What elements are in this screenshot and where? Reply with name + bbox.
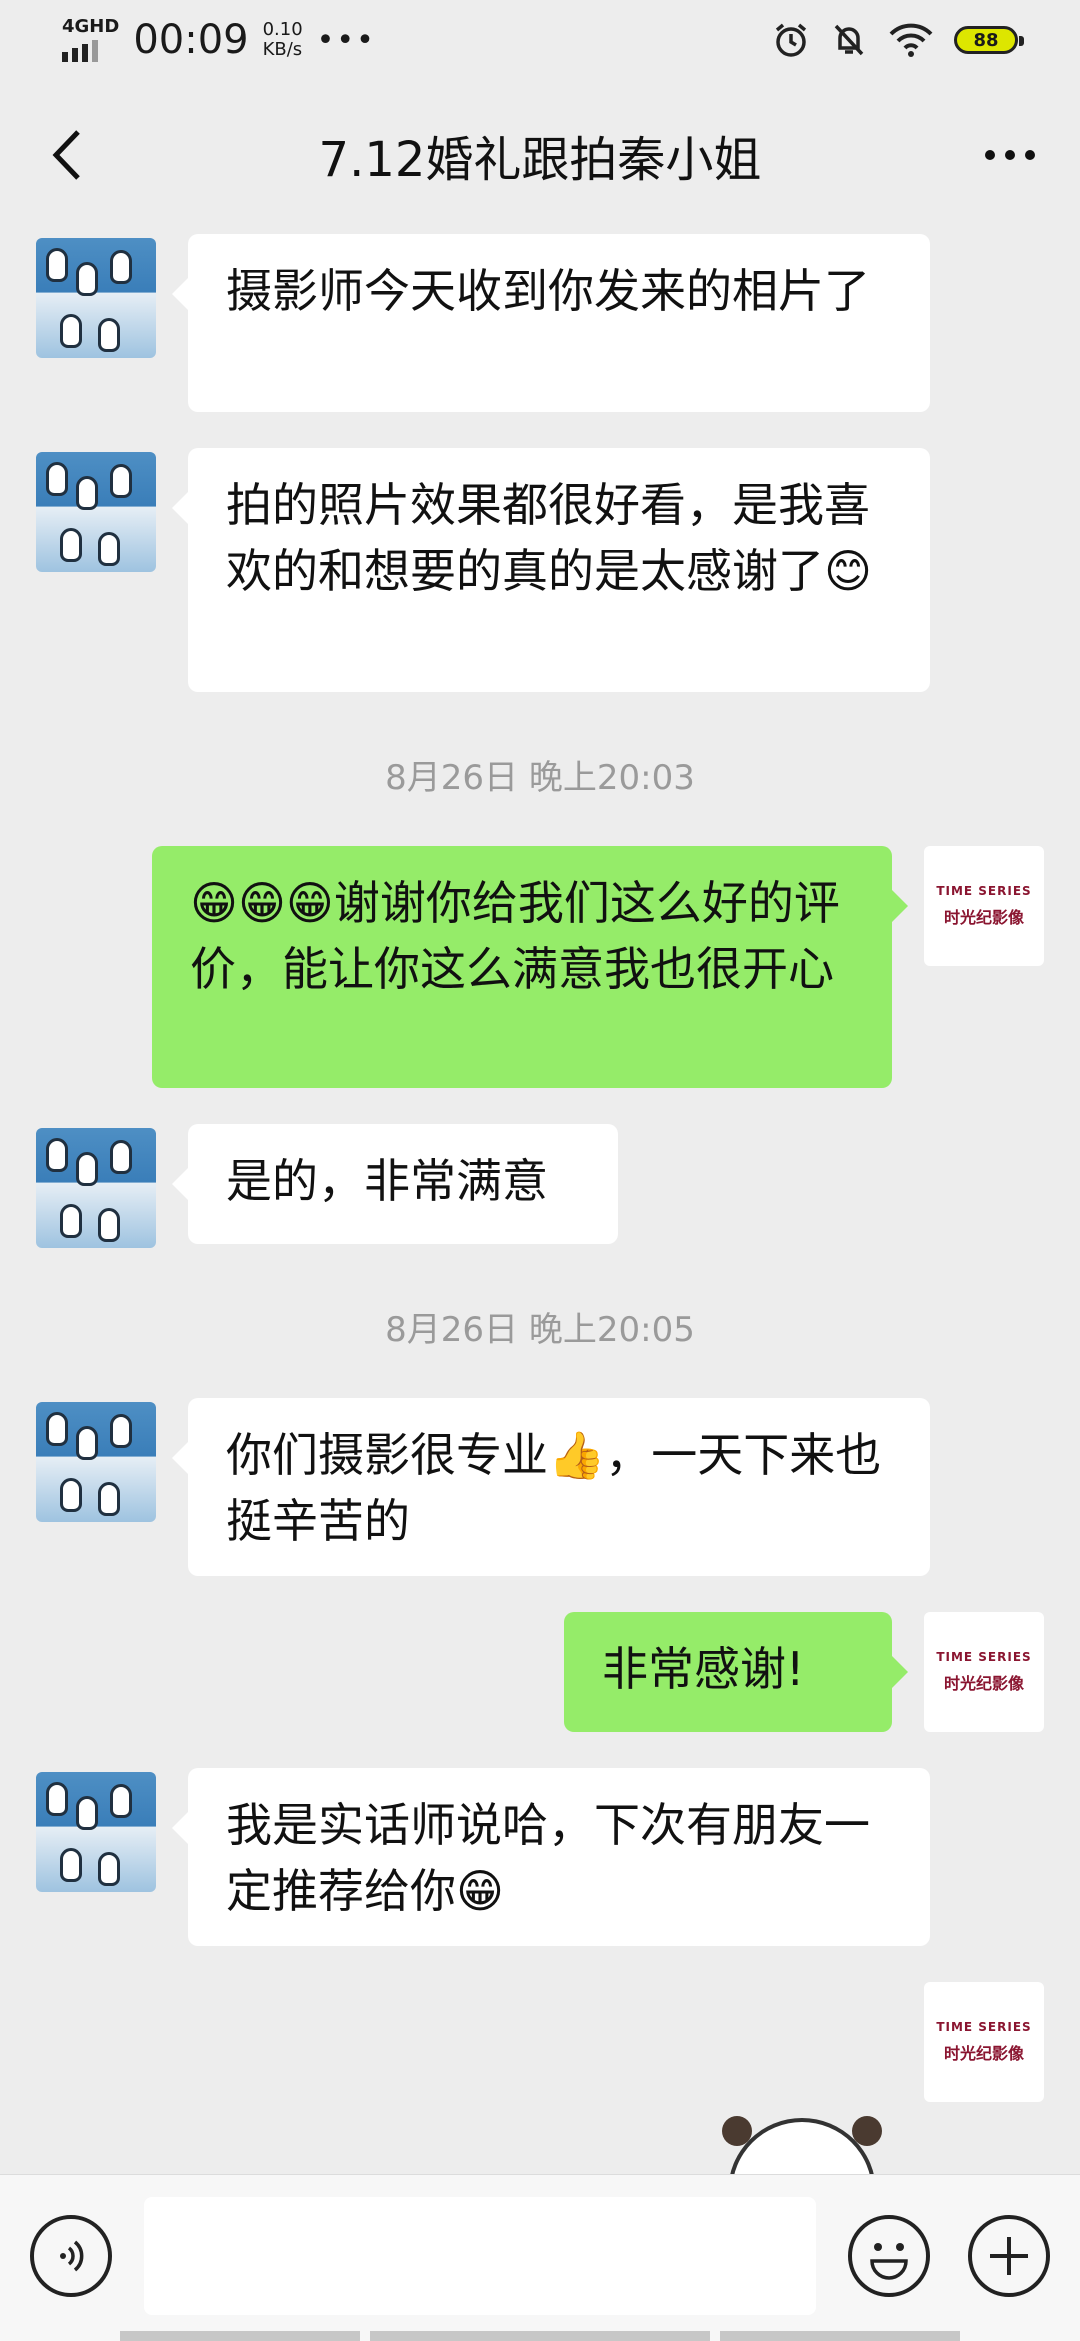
message-bubble-incoming[interactable]: 摄影师今天收到你发来的相片了 <box>172 234 930 412</box>
alarm-icon <box>775 23 807 57</box>
signal-indicator: 4GHD <box>62 18 119 62</box>
voice-icon <box>60 2240 84 2272</box>
my-avatar[interactable]: TIME SERIES 时光纪影像 <box>924 1612 1044 1732</box>
battery-level: 88 <box>973 29 999 51</box>
more-functions-button[interactable] <box>968 2215 1050 2297</box>
message-bubble-outgoing[interactable]: 非常感谢! <box>564 1612 908 1732</box>
network-speed: 0.10 KB/s <box>263 20 303 60</box>
avatar-brand-cn: 时光纪影像 <box>943 2044 1024 2063</box>
contact-avatar[interactable] <box>36 452 156 572</box>
timestamp: 8月26日 晚上20:05 <box>385 1310 695 1350</box>
my-avatar[interactable]: TIME SERIES 时光纪影像 <box>924 1982 1044 2102</box>
avatar-brand-en: TIME SERIES <box>936 884 1032 898</box>
clock: 00:09 <box>133 17 249 63</box>
more-notifications: ••• <box>316 22 376 58</box>
signal-bars-icon <box>62 40 98 62</box>
status-left: 4GHD 00:09 0.10 KB/s ••• <box>62 17 376 63</box>
avatar-brand-cn: 时光纪影像 <box>943 908 1024 927</box>
message-input[interactable] <box>144 2197 816 2315</box>
avatar-brand-cn: 时光纪影像 <box>943 1674 1024 1693</box>
dot-icon <box>1025 150 1035 160</box>
avatar-brand-en: TIME SERIES <box>936 2020 1032 2034</box>
speed-value: 0.10 <box>262 19 303 40</box>
contact-avatar[interactable] <box>36 1772 156 1892</box>
wifi-icon <box>889 23 933 57</box>
battery-icon: 88 <box>954 26 1024 54</box>
contact-avatar[interactable] <box>36 1128 156 1248</box>
message-bubble-incoming[interactable]: 拍的照片效果都很好看，是我喜欢的和想要的真的是太感谢了😊 <box>172 448 930 692</box>
emoji-icon <box>870 2243 908 2280</box>
chat-header: 7.12婚礼跟拍秦小姐 <box>0 80 1080 230</box>
back-button[interactable] <box>36 120 106 190</box>
dot-icon <box>985 150 995 160</box>
message-bubble-outgoing[interactable]: 😁😁😁谢谢你给我们这么好的评价，能让你这么满意我也很开心 <box>152 846 908 1088</box>
chat-title: 7.12婚礼跟拍秦小姐 <box>318 132 762 188</box>
more-options-button[interactable] <box>970 120 1050 190</box>
my-avatar[interactable]: TIME SERIES 时光纪影像 <box>924 846 1044 966</box>
mute-bell-icon <box>834 24 864 56</box>
contact-avatar[interactable] <box>36 1402 156 1522</box>
speed-unit: KB/s <box>262 39 303 60</box>
chevron-left-icon <box>52 130 80 180</box>
status-right: 88 <box>772 21 1024 59</box>
plus-icon <box>990 2237 1028 2275</box>
status-bar: 4GHD 00:09 0.10 KB/s ••• 88 <box>0 0 1080 80</box>
voice-button[interactable] <box>30 2215 112 2297</box>
input-bar <box>0 2174 1080 2341</box>
dot-icon <box>1005 150 1015 160</box>
emoji-button[interactable] <box>848 2215 930 2297</box>
timestamp: 8月26日 晚上20:03 <box>385 758 695 798</box>
avatar-brand-en: TIME SERIES <box>936 1650 1032 1664</box>
message-bubble-incoming[interactable]: 我是实话师说哈，下次有朋友一定推荐给你😁 <box>172 1768 930 1946</box>
message-bubble-incoming[interactable]: 是的，非常满意 <box>172 1124 618 1244</box>
message-bubble-incoming[interactable]: 你们摄影很专业👍，一天下来也挺辛苦的 <box>172 1398 930 1576</box>
contact-avatar[interactable] <box>36 238 156 358</box>
network-type: 4GHD <box>62 16 120 37</box>
